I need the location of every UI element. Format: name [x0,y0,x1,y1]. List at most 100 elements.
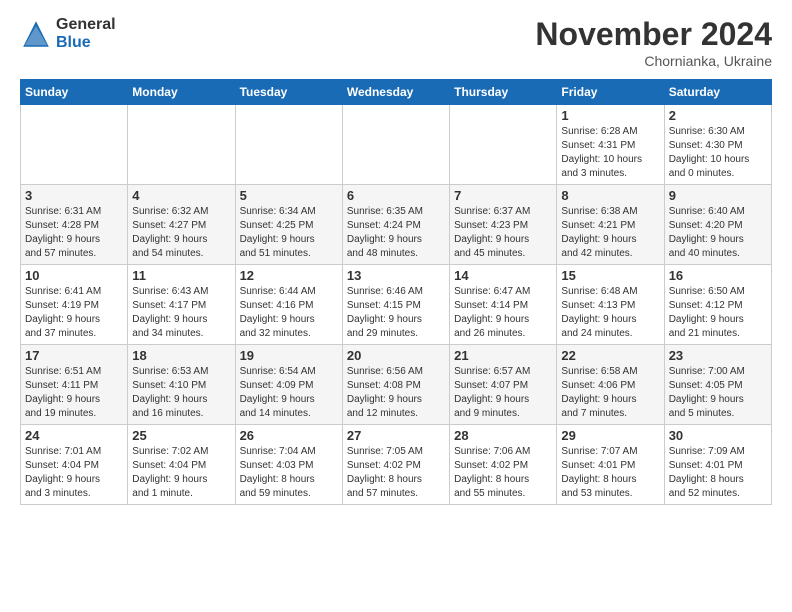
day-number: 16 [669,268,767,283]
day-cell: 17 Sunrise: 6:51 AM Sunset: 4:11 PM Dayli… [21,345,128,425]
day-cell: 19 Sunrise: 6:54 AM Sunset: 4:09 PM Dayli… [235,345,342,425]
header: General Blue November 2024 Chornianka, U… [20,16,772,69]
header-saturday: Saturday [664,80,771,105]
day-info: Sunrise: 7:02 AM Sunset: 4:04 PM Dayligh… [132,445,230,501]
location: Chornianka, Ukraine [535,53,772,69]
day-info: Sunrise: 6:47 AM Sunset: 4:14 PM Dayligh… [454,285,552,341]
day-number: 9 [669,188,767,203]
day-cell: 20 Sunrise: 6:56 AM Sunset: 4:08 PM Dayli… [342,345,449,425]
header-monday: Monday [128,80,235,105]
day-cell: 22 Sunrise: 6:58 AM Sunset: 4:06 PM Dayli… [557,345,664,425]
day-cell [21,105,128,185]
logo-icon [20,18,52,50]
day-number: 6 [347,188,445,203]
day-info: Sunrise: 6:50 AM Sunset: 4:12 PM Dayligh… [669,285,767,341]
day-cell: 6 Sunrise: 6:35 AM Sunset: 4:24 PM Daylig… [342,185,449,265]
day-number: 19 [240,348,338,363]
day-number: 11 [132,268,230,283]
day-info: Sunrise: 6:56 AM Sunset: 4:08 PM Dayligh… [347,365,445,421]
day-cell [235,105,342,185]
calendar-table: SundayMondayTuesdayWednesdayThursdayFrid… [20,79,772,505]
day-cell: 27Sunrise: 7:05 AM Sunset: 4:02 PM Dayli… [342,425,449,505]
day-number: 20 [347,348,445,363]
day-info: Sunrise: 6:53 AM Sunset: 4:10 PM Dayligh… [132,365,230,421]
day-number: 8 [561,188,659,203]
day-cell: 14 Sunrise: 6:47 AM Sunset: 4:14 PM Dayli… [450,265,557,345]
day-number: 3 [25,188,123,203]
day-number: 7 [454,188,552,203]
day-cell: 28 Sunrise: 7:06 AM Sunset: 4:02 PM Dayli… [450,425,557,505]
day-cell: 26 Sunrise: 7:04 AM Sunset: 4:03 PM Dayli… [235,425,342,505]
day-number: 26 [240,428,338,443]
day-cell: 15 Sunrise: 6:48 AM Sunset: 4:13 PM Dayli… [557,265,664,345]
day-cell: 24 Sunrise: 7:01 AM Sunset: 4:04 PM Dayli… [21,425,128,505]
day-number: 24 [25,428,123,443]
day-info: Sunrise: 6:30 AM Sunset: 4:30 PM Dayligh… [669,125,767,181]
day-cell: 13 Sunrise: 6:46 AM Sunset: 4:15 PM Dayli… [342,265,449,345]
week-row-1: 3 Sunrise: 6:31 AM Sunset: 4:28 PM Daylig… [21,185,772,265]
week-row-2: 10Sunrise: 6:41 AM Sunset: 4:19 PM Dayli… [21,265,772,345]
day-info: Sunrise: 7:07 AM Sunset: 4:01 PM Dayligh… [561,445,659,501]
day-number: 13 [347,268,445,283]
day-number: 30 [669,428,767,443]
day-number: 28 [454,428,552,443]
day-number: 23 [669,348,767,363]
day-cell: 16 Sunrise: 6:50 AM Sunset: 4:12 PM Dayli… [664,265,771,345]
day-info: Sunrise: 6:58 AM Sunset: 4:06 PM Dayligh… [561,365,659,421]
day-info: Sunrise: 6:54 AM Sunset: 4:09 PM Dayligh… [240,365,338,421]
day-info: Sunrise: 7:00 AM Sunset: 4:05 PM Dayligh… [669,365,767,421]
day-info: Sunrise: 7:09 AM Sunset: 4:01 PM Dayligh… [669,445,767,501]
logo-text: General Blue [56,16,116,51]
header-thursday: Thursday [450,80,557,105]
day-number: 1 [561,108,659,123]
day-number: 4 [132,188,230,203]
week-row-0: 1 Sunrise: 6:28 AM Sunset: 4:31 PM Daylig… [21,105,772,185]
day-info: Sunrise: 6:41 AM Sunset: 4:19 PM Dayligh… [25,285,123,341]
day-number: 18 [132,348,230,363]
month-title: November 2024 [535,16,772,53]
day-info: Sunrise: 6:44 AM Sunset: 4:16 PM Dayligh… [240,285,338,341]
day-cell [450,105,557,185]
day-cell: 23 Sunrise: 7:00 AM Sunset: 4:05 PM Dayli… [664,345,771,425]
day-cell [342,105,449,185]
day-cell: 12Sunrise: 6:44 AM Sunset: 4:16 PM Dayli… [235,265,342,345]
day-cell [128,105,235,185]
week-row-3: 17 Sunrise: 6:51 AM Sunset: 4:11 PM Dayli… [21,345,772,425]
day-info: Sunrise: 6:51 AM Sunset: 4:11 PM Dayligh… [25,365,123,421]
day-info: Sunrise: 6:31 AM Sunset: 4:28 PM Dayligh… [25,205,123,261]
day-info: Sunrise: 6:32 AM Sunset: 4:27 PM Dayligh… [132,205,230,261]
day-info: Sunrise: 6:46 AM Sunset: 4:15 PM Dayligh… [347,285,445,341]
day-cell: 25Sunrise: 7:02 AM Sunset: 4:04 PM Dayli… [128,425,235,505]
day-cell: 9Sunrise: 6:40 AM Sunset: 4:20 PM Daylig… [664,185,771,265]
day-cell: 2 Sunrise: 6:30 AM Sunset: 4:30 PM Daylig… [664,105,771,185]
day-info: Sunrise: 6:38 AM Sunset: 4:21 PM Dayligh… [561,205,659,261]
day-number: 17 [25,348,123,363]
header-wednesday: Wednesday [342,80,449,105]
day-number: 22 [561,348,659,363]
day-number: 15 [561,268,659,283]
day-info: Sunrise: 7:06 AM Sunset: 4:02 PM Dayligh… [454,445,552,501]
day-number: 14 [454,268,552,283]
day-cell: 8 Sunrise: 6:38 AM Sunset: 4:21 PM Daylig… [557,185,664,265]
day-info: Sunrise: 6:43 AM Sunset: 4:17 PM Dayligh… [132,285,230,341]
day-cell: 10Sunrise: 6:41 AM Sunset: 4:19 PM Dayli… [21,265,128,345]
day-info: Sunrise: 6:57 AM Sunset: 4:07 PM Dayligh… [454,365,552,421]
day-info: Sunrise: 6:28 AM Sunset: 4:31 PM Dayligh… [561,125,659,181]
header-friday: Friday [557,80,664,105]
day-number: 2 [669,108,767,123]
calendar-header-row: SundayMondayTuesdayWednesdayThursdayFrid… [21,80,772,105]
day-number: 29 [561,428,659,443]
day-number: 5 [240,188,338,203]
day-cell: 4 Sunrise: 6:32 AM Sunset: 4:27 PM Daylig… [128,185,235,265]
day-number: 21 [454,348,552,363]
day-info: Sunrise: 6:35 AM Sunset: 4:24 PM Dayligh… [347,205,445,261]
day-cell: 21 Sunrise: 6:57 AM Sunset: 4:07 PM Dayli… [450,345,557,425]
day-info: Sunrise: 6:48 AM Sunset: 4:13 PM Dayligh… [561,285,659,341]
header-tuesday: Tuesday [235,80,342,105]
day-cell: 3 Sunrise: 6:31 AM Sunset: 4:28 PM Daylig… [21,185,128,265]
day-info: Sunrise: 6:34 AM Sunset: 4:25 PM Dayligh… [240,205,338,261]
day-info: Sunrise: 7:04 AM Sunset: 4:03 PM Dayligh… [240,445,338,501]
day-cell: 30 Sunrise: 7:09 AM Sunset: 4:01 PM Dayli… [664,425,771,505]
day-cell: 7Sunrise: 6:37 AM Sunset: 4:23 PM Daylig… [450,185,557,265]
day-info: Sunrise: 7:01 AM Sunset: 4:04 PM Dayligh… [25,445,123,501]
